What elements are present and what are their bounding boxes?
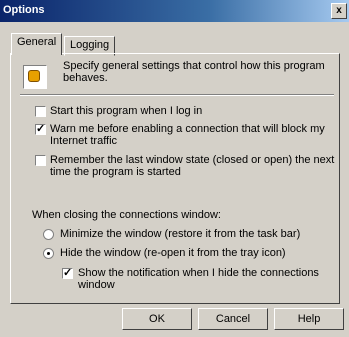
cancel-button[interactable]: Cancel [198,308,268,330]
warn-block-checkbox[interactable] [35,122,46,135]
window-title: Options [3,4,45,16]
start-on-login-checkbox[interactable] [35,106,46,117]
help-button[interactable]: Help [274,308,344,330]
general-description: Specify general settings that control ho… [63,60,325,84]
ok-button[interactable]: OK [122,308,192,330]
show-notification-label: Show the notification when I hide the co… [78,267,319,291]
start-on-login-label: Start this program when I log in [50,105,203,117]
close-icon[interactable]: x [331,3,347,19]
tab-general[interactable]: General [11,33,63,55]
remember-state-checkbox[interactable] [35,155,46,166]
divider [20,94,334,96]
minimize-label: Minimize the window (restore it from the… [60,228,301,240]
hide-label: Hide the window (re-open it from the tra… [60,247,286,259]
minimize-radio[interactable] [43,229,54,240]
remember-state-label: Remember the last window state (closed o… [50,154,335,178]
hide-radio[interactable] [43,248,54,259]
show-notification-checkbox[interactable] [62,266,73,279]
title-bar: Options x [0,0,349,22]
settings-icon [23,65,47,89]
warn-block-label: Warn me before enabling a connection tha… [50,123,325,147]
closing-heading: When closing the connections window: [32,209,221,221]
